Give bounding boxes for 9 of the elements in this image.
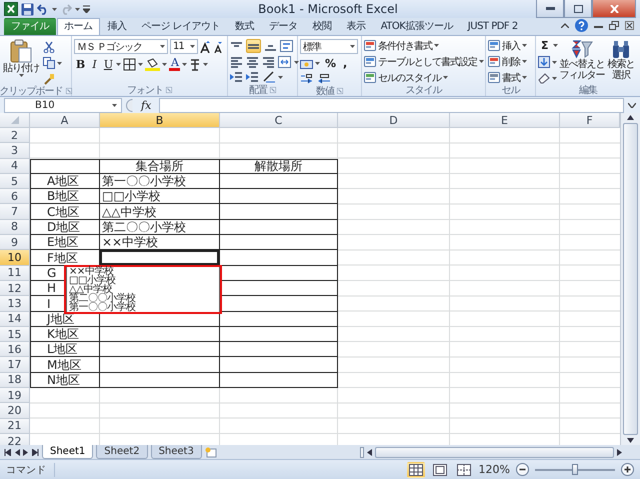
group-label: フォント <box>127 84 163 97</box>
group-label: クリップボード <box>0 84 62 98</box>
status-mode: コマンド <box>6 462 55 476</box>
group-label: 数値 <box>316 85 334 98</box>
group-label: セル <box>502 84 520 97</box>
group-label: スタイル <box>406 84 442 97</box>
group-label: 配置 <box>249 84 267 97</box>
group-label: 編集 <box>579 84 597 97</box>
window-title: Book1 - Microsoft Excel <box>257 2 399 16</box>
